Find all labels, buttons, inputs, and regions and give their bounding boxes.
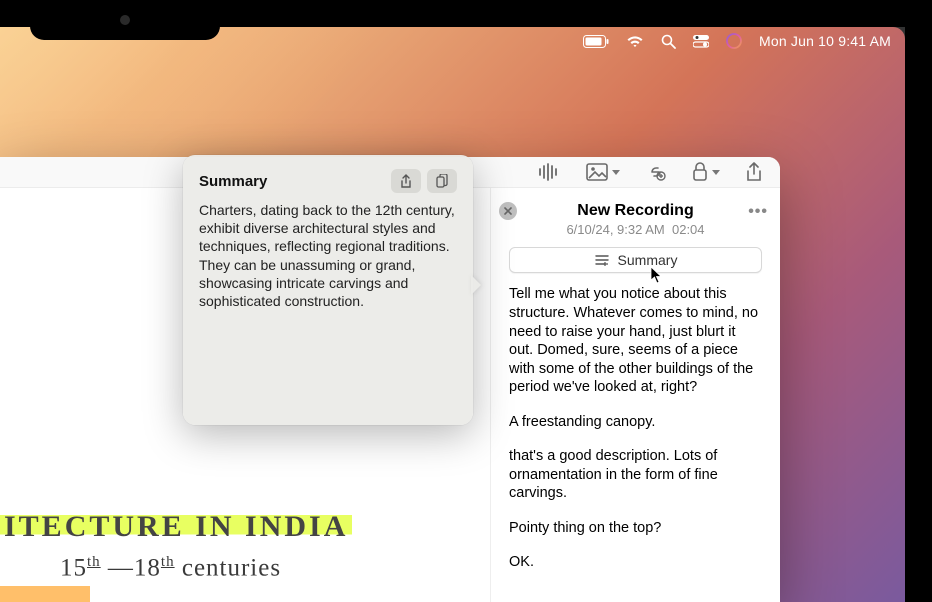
popover-title: Summary: [199, 173, 267, 190]
recording-meta: 6/10/24, 9:32 AM 02:04: [509, 222, 762, 237]
control-center-icon[interactable]: [693, 33, 709, 49]
popover-arrow: [471, 275, 481, 295]
battery-icon[interactable]: [583, 33, 609, 49]
handwriting-line-1: ITECTURE IN INDIA: [0, 510, 352, 543]
highlight-mark: [0, 586, 90, 602]
laptop-notch: [30, 0, 220, 40]
transcript-line: A freestanding canopy.: [509, 413, 762, 432]
chevron-down-icon: [612, 170, 620, 175]
photo-icon[interactable]: [586, 163, 620, 181]
summary-button-label: Summary: [618, 252, 678, 268]
transcript-line: Pointy thing on the top?: [509, 519, 762, 538]
wifi-icon[interactable]: [626, 33, 644, 49]
share-button[interactable]: [391, 169, 421, 193]
handwritten-text: ITECTURE IN INDIA 15th —18th centuries: [0, 510, 352, 582]
cursor-icon: [650, 266, 664, 284]
audio-waveform-icon[interactable]: [538, 163, 560, 181]
summary-button[interactable]: Summary: [509, 247, 762, 273]
copy-icon: [436, 174, 448, 189]
menubar-datetime[interactable]: Mon Jun 10 9:41 AM: [759, 33, 891, 49]
popover-body: Charters, dating back to the 12th centur…: [199, 201, 457, 310]
transcript-line: that's a good description. Lots of ornam…: [509, 447, 762, 503]
search-icon[interactable]: [661, 33, 676, 49]
link-icon[interactable]: [646, 162, 666, 182]
camera-icon: [120, 15, 130, 25]
chevron-down-icon: [712, 170, 720, 175]
copy-button[interactable]: [427, 169, 457, 193]
transcript-line: Tell me what you notice about this struc…: [509, 285, 762, 396]
share-icon: [400, 174, 412, 189]
more-icon[interactable]: •••: [748, 203, 768, 221]
recording-title: New Recording: [509, 202, 762, 220]
transcript: Tell me what you notice about this struc…: [509, 285, 762, 588]
summary-popover: Summary Charters, dating back to the 12t…: [183, 155, 473, 425]
lock-icon[interactable]: [692, 162, 720, 182]
share-icon[interactable]: [746, 162, 762, 182]
siri-icon[interactable]: [726, 33, 742, 49]
transcript-line: OK.: [509, 553, 762, 572]
summary-list-icon: [594, 254, 610, 266]
handwriting-line-2: 15th —18th centuries: [60, 554, 352, 582]
recording-panel: ••• New Recording 6/10/24, 9:32 AM 02:04…: [490, 188, 780, 602]
